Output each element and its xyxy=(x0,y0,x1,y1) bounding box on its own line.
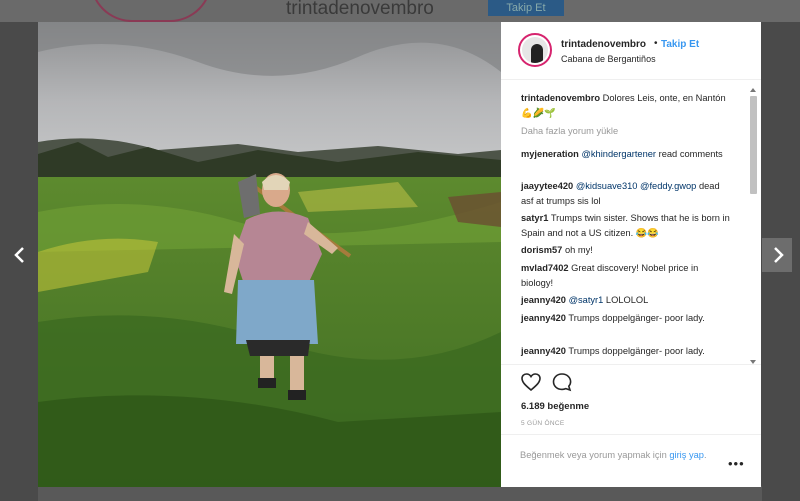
comment-text: Trumps twin sister. Shows that he is bor… xyxy=(521,213,730,238)
likes-count[interactable]: 6.189 beğenme xyxy=(521,401,589,412)
post-photo xyxy=(38,22,501,487)
comment-text: read comments xyxy=(658,149,723,159)
background-follow-button: Takip Et xyxy=(488,0,564,16)
comment-username[interactable]: jeanny420 xyxy=(521,346,566,356)
login-prompt-text: Beğenmek veya yorum yapmak için xyxy=(520,450,667,460)
comment-icon xyxy=(552,373,572,392)
post-modal: trintadenovembro • Takip Et Cabana de Be… xyxy=(38,22,761,487)
chevron-left-icon xyxy=(14,247,24,263)
comment-text: LOLOLOL xyxy=(605,295,649,305)
comment-username[interactable]: mvlad7402 xyxy=(521,263,569,273)
caption: trintadenovembro Dolores Leis, onte, en … xyxy=(521,91,731,121)
list-item: jeanny420 Trumps doppelgänger- poor lady… xyxy=(521,344,731,359)
follow-button[interactable]: Takip Et xyxy=(661,39,699,50)
previous-post-button[interactable] xyxy=(10,240,30,270)
login-link[interactable]: giriş yap xyxy=(669,450,704,460)
chevron-right-icon xyxy=(774,247,784,263)
post-timestamp: 5 GÜN ÖNCE xyxy=(521,420,565,427)
list-item: dorism57 oh my! xyxy=(521,243,731,258)
photo-image xyxy=(38,22,501,487)
login-prompt-suffix: . xyxy=(703,450,707,460)
load-more-comments-link[interactable]: Daha fazla yorum yükle xyxy=(521,126,618,136)
list-item: jeanny420 @satyr1 LOLOLOL xyxy=(521,293,731,308)
post-sidebar: trintadenovembro • Takip Et Cabana de Be… xyxy=(501,22,761,487)
list-item: jeanny420 Trumps doppelgänger- poor lady… xyxy=(521,311,731,326)
comment-username[interactable]: dorism57 xyxy=(521,245,562,255)
scroll-thumb[interactable] xyxy=(750,96,757,194)
comment-username[interactable]: jaayytee420 xyxy=(521,181,573,191)
avatar[interactable] xyxy=(518,33,552,67)
comment-text: oh my! xyxy=(564,245,593,255)
comment-mention[interactable]: @kidsuave310 @feddy.gwop xyxy=(576,181,697,191)
caption-username[interactable]: trintadenovembro xyxy=(521,93,600,103)
background-grid xyxy=(38,486,762,501)
comments-scrollbar[interactable] xyxy=(749,88,758,364)
comment-username[interactable]: myjeneration xyxy=(521,149,579,159)
header-separator: • xyxy=(654,38,658,49)
comments-list[interactable]: trintadenovembro Dolores Leis, onte, en … xyxy=(501,85,747,363)
next-post-button[interactable] xyxy=(768,240,788,270)
comment-username[interactable]: satyr1 xyxy=(521,213,548,223)
comment-mention[interactable]: @satyr1 xyxy=(569,295,604,305)
like-button[interactable] xyxy=(520,372,542,392)
comment-text: Trumps doppelgänger- poor lady. xyxy=(568,313,705,323)
more-options-icon: ••• xyxy=(728,456,745,471)
list-item: jaayytee420 @kidsuave310 @feddy.gwop dea… xyxy=(521,179,731,209)
divider xyxy=(501,434,761,435)
post-username[interactable]: trintadenovembro xyxy=(561,39,646,50)
post-header: trintadenovembro • Takip Et Cabana de Be… xyxy=(501,22,761,80)
more-options-button[interactable]: ••• xyxy=(728,456,745,471)
avatar-image xyxy=(522,37,548,63)
list-item: myjeneration @khindergartener read comme… xyxy=(521,147,731,162)
divider xyxy=(501,364,761,365)
comment-mention[interactable]: @khindergartener xyxy=(581,149,656,159)
heart-icon xyxy=(521,373,541,392)
comment-button[interactable] xyxy=(551,372,573,392)
login-prompt: Beğenmek veya yorum yapmak için giriş ya… xyxy=(520,448,730,462)
background-username: trintadenovembro xyxy=(286,0,434,19)
scroll-up-icon[interactable] xyxy=(750,88,756,92)
list-item: mvlad7402 Great discovery! Nobel price i… xyxy=(521,261,731,291)
comment-text: Trumps doppelgänger- poor lady. xyxy=(568,346,705,356)
post-location[interactable]: Cabana de Bergantiños xyxy=(561,54,656,64)
list-item: satyr1 Trumps twin sister. Shows that he… xyxy=(521,211,731,241)
comment-username[interactable]: jeanny420 xyxy=(521,313,566,323)
comment-username[interactable]: jeanny420 xyxy=(521,295,566,305)
